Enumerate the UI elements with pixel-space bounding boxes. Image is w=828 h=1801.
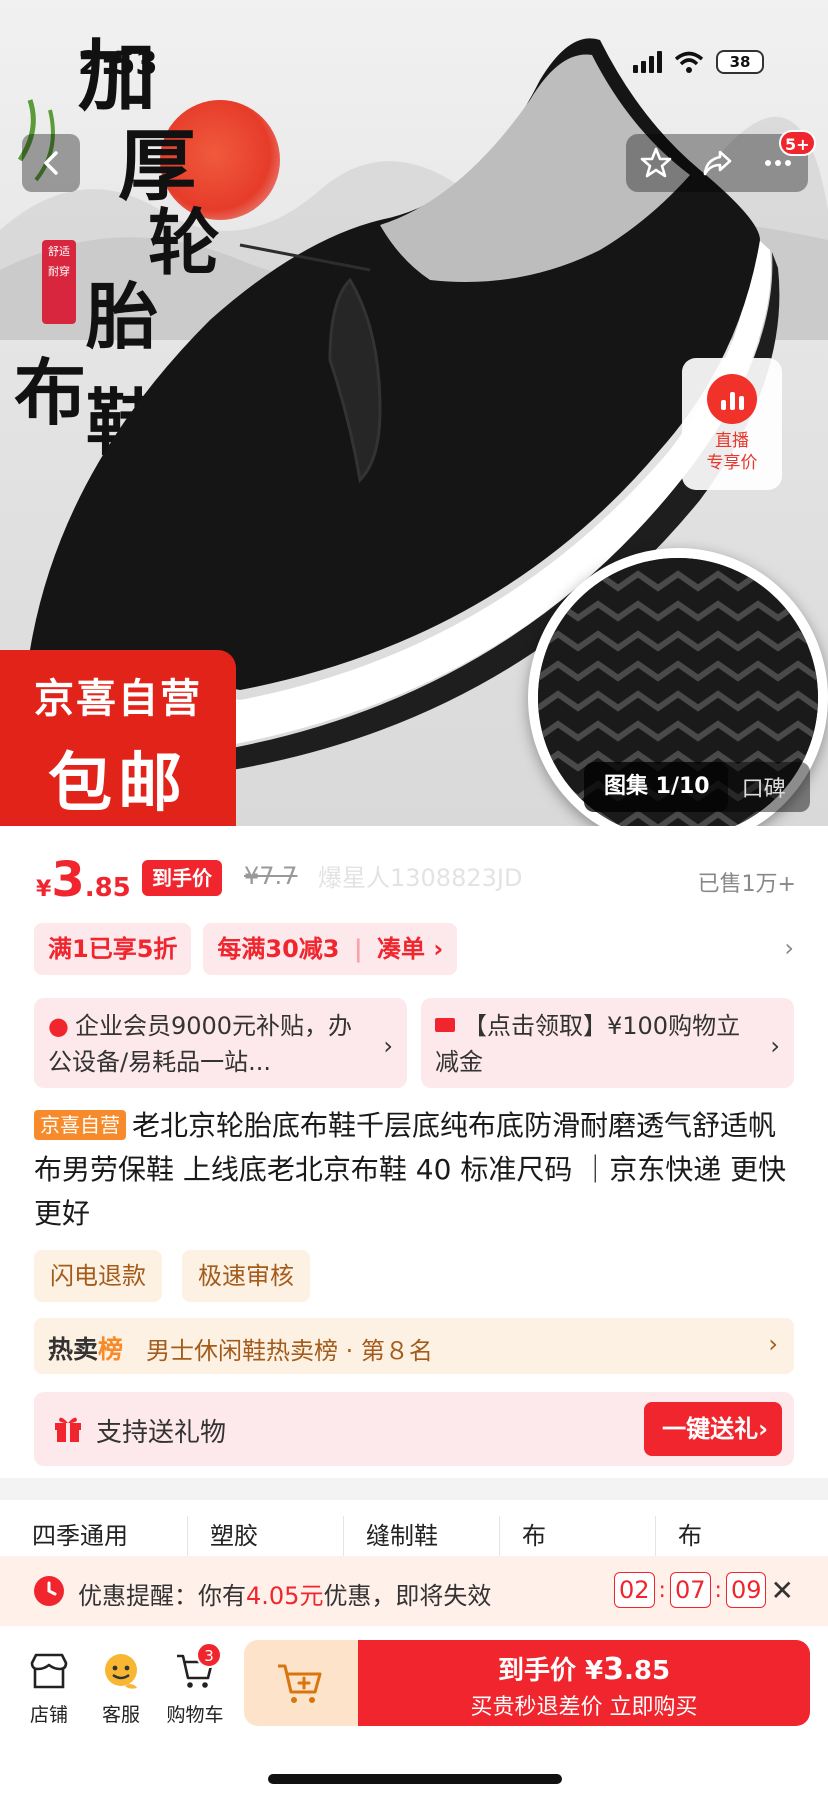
buy-subtitle: 买贵秒退差价 立即购买	[470, 1695, 698, 1720]
product-title: 京喜自营 老北京轮胎底布鞋千层底纯布底防滑耐磨透气舒适帆布男劳保鞋 上线底老北京布…	[34, 1104, 794, 1236]
bottom-action-bar: 店铺 客服 购物车 3 到手价 ¥3.85 买贵秒退差价 立即购买	[0, 1626, 828, 1801]
timer-minutes: 07	[669, 1572, 711, 1608]
rank-text: 男士休闲鞋热卖榜 · 第８名	[146, 1337, 433, 1365]
tab-reviews[interactable]: 口碑	[728, 771, 786, 803]
back-button[interactable]	[22, 134, 80, 192]
jingxi-self-operated-tag: 京喜自营	[34, 1110, 126, 1140]
promo-tag[interactable]: 满1已享5折	[34, 923, 192, 975]
wifi-icon	[674, 51, 704, 73]
shop-icon	[30, 1653, 68, 1689]
benefit-cards: ● 企业会员9000元补贴，办公设备/易耗品一站... › 【点击领取】¥100购…	[34, 998, 794, 1088]
attribute-item: 缝制鞋	[344, 1516, 500, 1560]
service-tag: 闪电退款	[34, 1250, 162, 1302]
timer-hours: 02	[614, 1572, 655, 1608]
cart-label: 购物车	[166, 1704, 224, 1726]
rank-label-part: 榜	[98, 1335, 124, 1364]
buy-price-line: 到手价 ¥3.85	[358, 1650, 810, 1687]
timer-seconds: 09	[725, 1572, 767, 1608]
service-tags: 闪电退款 极速审核	[34, 1250, 310, 1302]
buy-label: 到手价	[497, 1656, 576, 1686]
buy-currency: ¥	[585, 1656, 604, 1686]
service-label: 客服	[101, 1704, 140, 1726]
status-icons: 38	[633, 50, 764, 74]
reminder-text: 优惠提醒：你有4.05元优惠，即将失效	[78, 1576, 491, 1611]
section-divider	[0, 1478, 828, 1500]
share-icon[interactable]	[700, 146, 734, 180]
tab-gallery[interactable]: 图集 1/10	[584, 762, 728, 812]
rank-label-part: 热卖	[48, 1335, 99, 1364]
card-text: 企业会员9000元补贴，办公设备/易耗品一站...	[48, 1012, 353, 1076]
product-title-text: 老北京轮胎底布鞋千层底纯布底防滑耐磨透气舒适帆布男劳保鞋 上线底老北京布鞋 40…	[34, 1109, 787, 1230]
attribute-item: 布	[500, 1516, 656, 1560]
jingxi-free-shipping-badge: 京喜自营 包邮	[0, 650, 236, 826]
card-text: 【点击领取】¥100购物立减金	[435, 1012, 741, 1076]
promo-add-on: 凑单 ›	[377, 935, 444, 963]
price-currency: ¥	[36, 877, 52, 902]
add-cart-icon	[278, 1664, 322, 1703]
message-count-badge: 5+	[779, 130, 816, 156]
final-price-label: 到手价	[142, 860, 222, 896]
attribute-item: 布	[678, 1522, 702, 1550]
customer-service-button[interactable]: 客服	[86, 1648, 156, 1727]
send-gift-button[interactable]: 一键送礼›	[644, 1402, 782, 1456]
coupon-icon	[435, 1018, 455, 1032]
live-label: 直播	[715, 431, 749, 451]
hot-sales-rank[interactable]: 热卖榜 男士休闲鞋热卖榜 · 第８名 ›	[34, 1318, 794, 1374]
countdown-timer: 02 : 07 : 09	[614, 1572, 767, 1608]
promo-row[interactable]: 满1已享5折 每满30减3 | 凑单 › ›	[34, 922, 794, 976]
chevron-right-icon: ›	[383, 1032, 393, 1060]
reminder-prefix: 优惠提醒：你有	[78, 1582, 246, 1610]
attribute-item: 四季通用	[32, 1516, 188, 1560]
reminder-amount: 4.05元	[246, 1582, 324, 1610]
status-time: 2:53	[78, 44, 158, 82]
cart-count-badge: 3	[196, 1642, 222, 1668]
badge-line1: 京喜自营	[34, 676, 202, 722]
price-decimal: .85	[84, 873, 131, 903]
sold-count: 已售1万+	[697, 872, 796, 897]
original-price: ¥7.7	[244, 862, 298, 890]
price-row: ¥3.85 到手价 ¥7.7 爆星人1308823JD 已售1万+	[36, 852, 796, 908]
chevron-left-icon	[44, 151, 58, 175]
final-price: ¥3.85	[36, 852, 131, 908]
discount-reminder-bar: 优惠提醒：你有4.05元优惠，即将失效 02 : 07 : 09 ✕	[0, 1556, 828, 1626]
promo-tag[interactable]: 每满30减3 | 凑单 ›	[203, 923, 458, 975]
add-to-cart-button[interactable]	[244, 1640, 358, 1726]
customer-service-icon	[105, 1654, 137, 1689]
badge-line2: 包邮	[48, 747, 188, 821]
coupon-card[interactable]: 【点击领取】¥100购物立减金 ›	[421, 998, 794, 1088]
live-stream-icon	[707, 374, 757, 424]
clock-icon	[34, 1576, 64, 1606]
chevron-right-icon: ›	[768, 1330, 778, 1358]
attribute-row[interactable]: 四季通用 塑胶 缝制鞋 布 布	[0, 1500, 828, 1560]
watermark-text: 爆星人1308823JD	[318, 864, 523, 892]
buy-now-button[interactable]: 到手价 ¥3.85 买贵秒退差价 立即购买	[358, 1640, 810, 1726]
buy-price-decimal: .85	[623, 1656, 671, 1686]
gallery-tabs: 图集 1/10 口碑	[584, 762, 810, 812]
gift-support-text: 支持送礼物	[96, 1418, 227, 1448]
chevron-right-icon: ›	[770, 1032, 780, 1060]
shop-button[interactable]: 店铺	[14, 1648, 84, 1727]
buy-price-integer: 3	[603, 1652, 624, 1687]
price-integer: 3	[51, 852, 85, 908]
enterprise-member-card[interactable]: ● 企业会员9000元补贴，办公设备/易耗品一站... ›	[34, 998, 407, 1088]
gift-row: 支持送礼物 一键送礼›	[34, 1392, 794, 1466]
reminder-suffix: 优惠，即将失效	[323, 1582, 492, 1610]
rank-label: 热卖榜	[48, 1330, 123, 1366]
live-price-card[interactable]: 直播 专享价	[682, 358, 782, 490]
service-tag: 极速审核	[182, 1250, 310, 1302]
promo-text: 每满30减3	[217, 935, 340, 963]
person-icon: ●	[48, 1012, 69, 1040]
chevron-right-icon[interactable]: ›	[784, 934, 794, 962]
product-image-gallery[interactable]: 加 厚 轮 胎 布 鞋 舒适 耐穿 京喜自营 包邮 2:53 38 5+ 直播 …	[0, 0, 828, 826]
cellular-signal-icon	[633, 51, 662, 73]
shop-label: 店铺	[29, 1704, 68, 1726]
battery-icon: 38	[716, 50, 764, 74]
attribute-item: 塑胶	[188, 1516, 344, 1560]
home-indicator	[268, 1774, 562, 1784]
star-favorite-icon[interactable]	[639, 146, 673, 180]
live-sublabel: 专享价	[706, 453, 758, 473]
close-icon[interactable]: ✕	[771, 1574, 794, 1607]
gift-icon	[55, 1417, 81, 1442]
